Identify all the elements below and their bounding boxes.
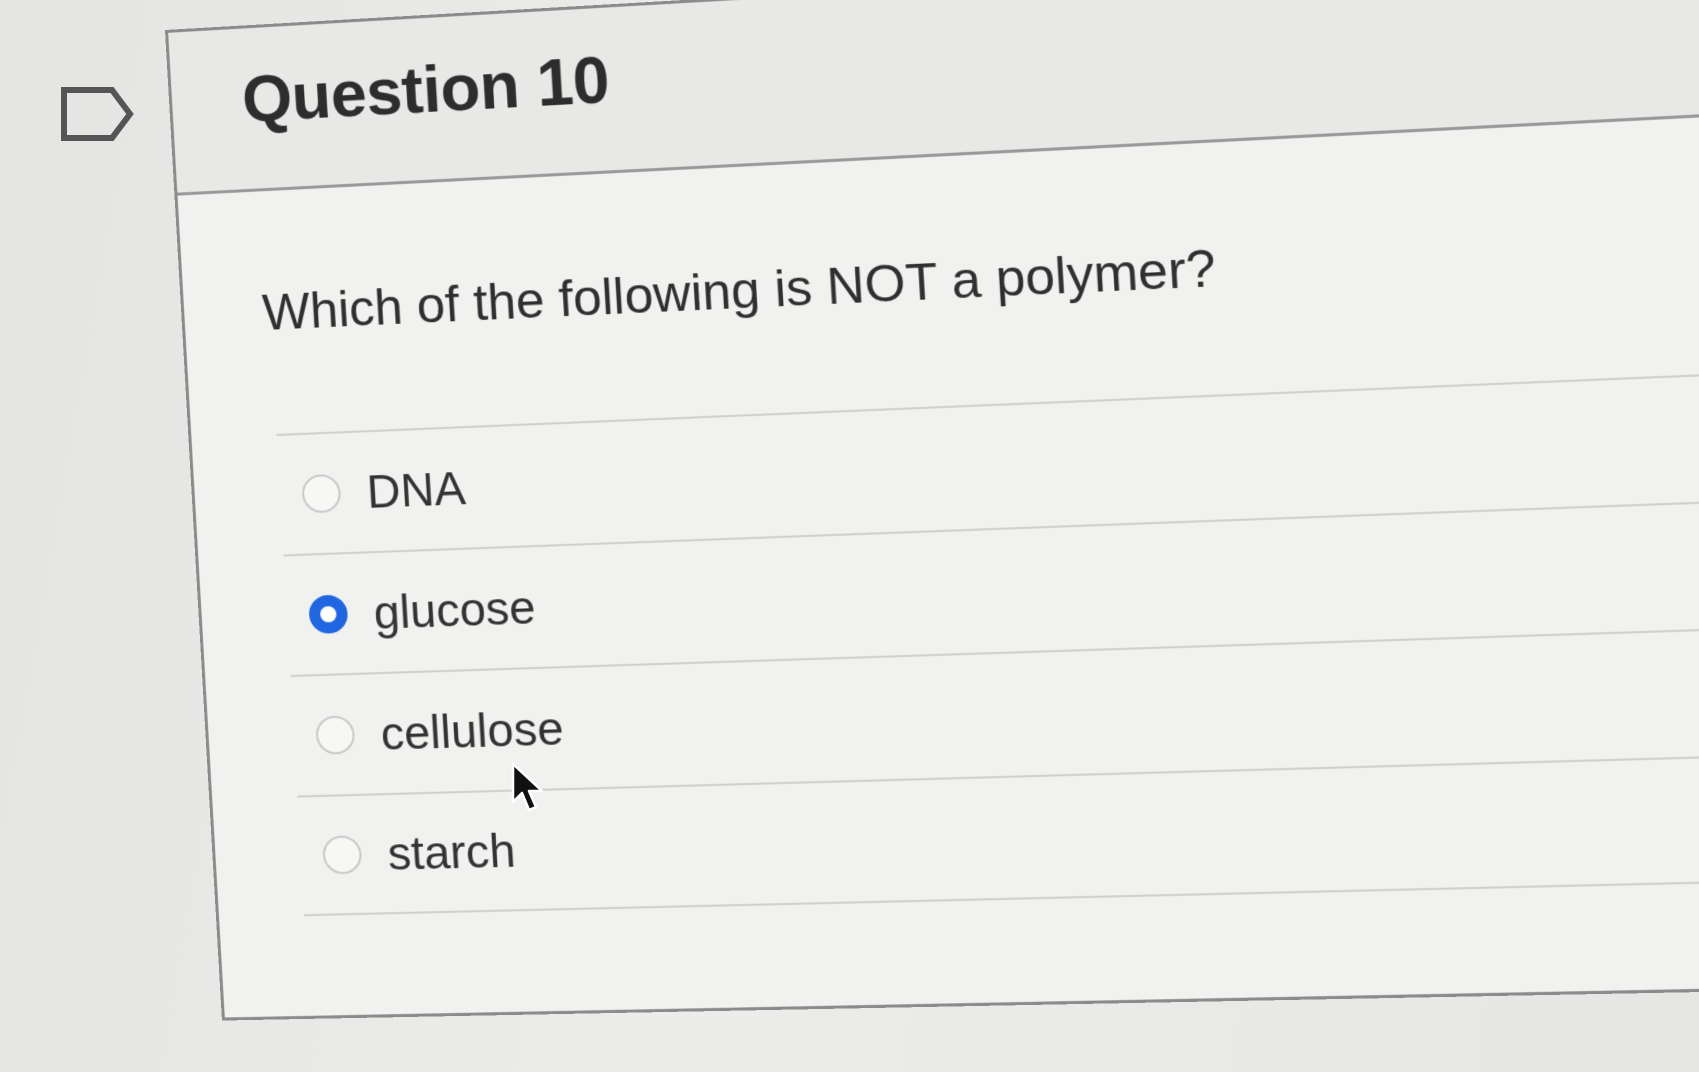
question-header: Question 10 [168,0,1699,196]
question-text: Which of the following is NOT a polymer? [261,238,1218,342]
flag-question-icon[interactable] [60,84,134,144]
question-card: Question 10 Which of the following is NO… [165,0,1699,1021]
radio-button-selected[interactable] [308,594,349,634]
radio-button[interactable] [315,715,356,754]
answer-list: DNA glucose cellulose starch [277,367,1699,916]
answer-label: DNA [365,461,467,519]
answer-label: starch [386,823,517,881]
answer-label: cellulose [379,701,565,761]
radio-button[interactable] [322,835,363,874]
question-title: Question 10 [240,42,611,137]
radio-button[interactable] [301,474,342,514]
answer-label: glucose [372,580,537,640]
mouse-pointer-icon [510,762,546,814]
